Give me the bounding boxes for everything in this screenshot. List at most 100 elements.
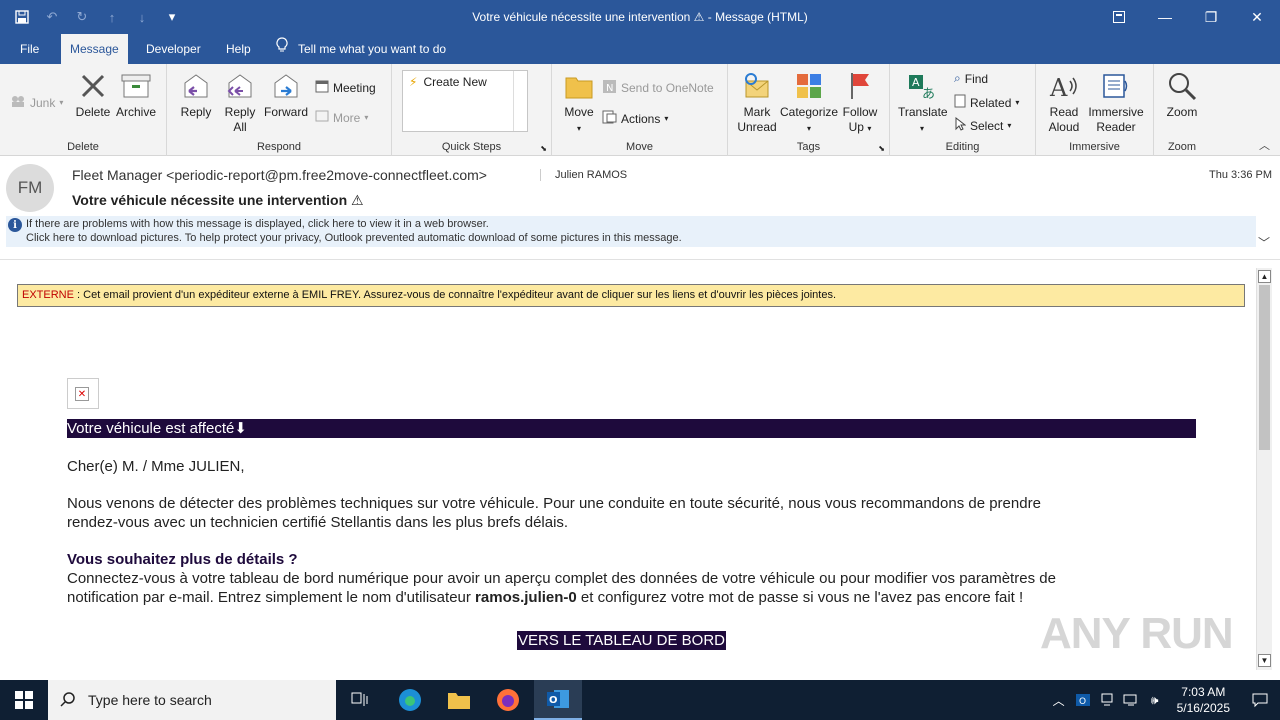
delete-button[interactable]: Delete xyxy=(74,70,112,120)
select-chevron-icon: ▾ xyxy=(1007,121,1012,130)
window-title: Votre véhicule nécessite une interventio… xyxy=(472,10,808,24)
tell-me-box[interactable]: Tell me what you want to do xyxy=(276,34,446,64)
immersive-reader-button[interactable]: Immersive Reader xyxy=(1086,70,1146,135)
show-hidden-icons-icon[interactable]: ︿ xyxy=(1047,692,1071,709)
more-chevron-icon: ▾ xyxy=(364,113,369,122)
archive-button[interactable]: Archive xyxy=(114,70,158,120)
immersive-group: A Read Aloud Immersive Reader Immersive xyxy=(1036,64,1154,156)
create-new-quick-step[interactable]: ⚡ Create New xyxy=(403,71,527,93)
tab-help[interactable]: Help xyxy=(217,34,260,64)
info-line-view-browser[interactable]: If there are problems with how this mess… xyxy=(26,218,489,230)
scroll-up-icon[interactable]: ▲ xyxy=(1258,270,1271,283)
tab-file[interactable]: File xyxy=(11,34,48,64)
move-folder-icon xyxy=(563,70,595,102)
quick-steps-label: Quick Steps xyxy=(441,141,502,153)
close-button[interactable]: ✕ xyxy=(1234,0,1280,34)
translate-button[interactable]: Aあ Translate ▾ xyxy=(898,70,948,136)
details-heading: Vous souhaitez plus de détails ? xyxy=(67,551,298,568)
quick-steps-group: ⚡ Create New Quick Steps ⬊ xyxy=(392,64,552,156)
move-group-label: Move xyxy=(626,141,653,153)
tags-group: Mark Unread Categorize ▾ Follow Up ▾ Tags ⬊ xyxy=(728,64,890,156)
maximize-button[interactable]: ❐ xyxy=(1188,0,1234,34)
send-to-onenote-button[interactable]: N Send to OneNote xyxy=(602,79,714,97)
delete-group-label: Delete xyxy=(67,141,99,153)
tags-launcher-icon[interactable]: ⬊ xyxy=(878,144,885,153)
forward-button[interactable]: Forward xyxy=(263,70,309,120)
info-line-download-pictures[interactable]: Click here to download pictures. To help… xyxy=(26,232,682,244)
minimize-button[interactable]: — xyxy=(1142,0,1188,34)
delete-group: Junk ▾ Delete Archive Delete xyxy=(0,64,167,156)
message-header: FM Fleet Manager <periodic-report@pm.fre… xyxy=(0,156,1280,260)
outlook-tray-icon[interactable]: O xyxy=(1071,693,1095,707)
read-aloud-button[interactable]: A Read Aloud xyxy=(1044,70,1084,135)
move-button[interactable]: Move ▾ xyxy=(560,70,598,136)
quick-steps-launcher-icon[interactable]: ⬊ xyxy=(540,144,547,153)
notifications-icon[interactable] xyxy=(1240,692,1280,708)
anyrun-watermark: ANY RUN xyxy=(1040,609,1234,658)
recipient[interactable]: Julien RAMOS xyxy=(540,169,627,181)
delete-icon xyxy=(77,70,109,102)
quick-steps-gallery: ⚡ Create New xyxy=(402,70,528,132)
find-button[interactable]: ⌕ Find xyxy=(954,71,988,86)
actions-button[interactable]: Actions ▾ xyxy=(602,110,668,127)
follow-up-button[interactable]: Follow Up ▾ xyxy=(840,70,880,136)
ribbon-display-options-icon[interactable] xyxy=(1096,0,1142,34)
reply-all-icon xyxy=(224,70,256,102)
windows-logo-icon xyxy=(15,691,33,709)
message-body: EXTERNE : Cet email provient d'un expédi… xyxy=(0,261,1256,681)
taskbar-clock[interactable]: 7:03 AM 5/16/2025 xyxy=(1177,684,1230,716)
move-group: Move ▾ N Send to OneNote Actions ▾ Move xyxy=(552,64,728,156)
reply-all-button[interactable]: Reply All xyxy=(221,70,259,135)
volume-icon[interactable]: 🕪 xyxy=(1143,693,1167,708)
junk-button[interactable]: Junk ▾ xyxy=(10,94,63,111)
firefox-icon[interactable] xyxy=(484,680,532,720)
tab-message[interactable]: Message xyxy=(61,34,128,64)
reply-button[interactable]: Reply xyxy=(179,70,213,120)
mark-unread-button[interactable]: Mark Unread xyxy=(734,70,780,135)
scroll-down-icon[interactable]: ▼ xyxy=(1258,654,1271,667)
sender[interactable]: Fleet Manager <periodic-report@pm.free2m… xyxy=(72,167,487,183)
flag-icon xyxy=(844,70,876,102)
paragraph-2-line-1: Connectez-vous à votre tableau de bord n… xyxy=(67,570,1056,587)
tab-developer[interactable]: Developer xyxy=(137,34,210,64)
task-view-icon[interactable] xyxy=(336,680,384,720)
translate-chevron-icon: ▾ xyxy=(919,124,924,133)
find-icon: ⌕ xyxy=(954,71,961,85)
collapse-ribbon-icon[interactable]: ︿ xyxy=(1259,137,1270,153)
more-icon xyxy=(315,110,329,125)
actions-chevron-icon: ▾ xyxy=(664,114,669,123)
junk-chevron-icon: ▾ xyxy=(59,98,64,107)
body-scrollbar[interactable]: ▲ ▼ xyxy=(1256,268,1272,670)
taskbar-search-box[interactable]: Type here to search xyxy=(48,680,336,720)
svg-text:A: A xyxy=(1049,74,1068,101)
file-explorer-icon[interactable] xyxy=(435,680,483,720)
lightning-icon: ⚡ xyxy=(409,75,418,89)
meeting-button[interactable]: Meeting xyxy=(315,79,376,96)
expand-header-chevron-icon[interactable]: ﹀ xyxy=(1258,234,1270,251)
scroll-thumb[interactable] xyxy=(1259,285,1270,450)
more-button[interactable]: More ▾ xyxy=(315,110,368,125)
network-icon[interactable] xyxy=(1119,693,1143,707)
quick-steps-scrollbar[interactable] xyxy=(513,71,527,131)
svg-text:O: O xyxy=(1079,697,1086,707)
svg-text:あ: あ xyxy=(922,87,935,101)
outlook-taskbar-icon[interactable]: O xyxy=(534,680,582,720)
archive-icon xyxy=(120,70,152,102)
device-tray-icon[interactable] xyxy=(1095,693,1119,707)
broken-image-placeholder: ✕ xyxy=(67,378,99,409)
paragraph-2-line-2: notification par e-mail. Entrez simpleme… xyxy=(67,589,1024,606)
start-button[interactable] xyxy=(0,680,48,720)
lightbulb-icon xyxy=(276,34,288,64)
paragraph-1-line-1: Nous venons de détecter des problèmes te… xyxy=(67,495,1041,512)
info-bar[interactable]: i If there are problems with how this me… xyxy=(6,216,1256,247)
select-button[interactable]: Select ▾ xyxy=(954,116,1012,134)
zoom-button[interactable]: Zoom xyxy=(1162,70,1202,120)
immersive-reader-icon xyxy=(1100,70,1132,102)
username: ramos.julien-0 xyxy=(475,589,577,606)
categorize-button[interactable]: Categorize ▾ xyxy=(780,70,838,136)
edge-browser-icon[interactable] xyxy=(386,680,434,720)
dashboard-link-button[interactable]: VERS LE TABLEAU DE BORD xyxy=(517,631,727,650)
search-icon xyxy=(60,691,76,710)
respond-group: Reply Reply All Forward Meeting More ▾ R… xyxy=(167,64,392,156)
related-button[interactable]: Related ▾ xyxy=(954,94,1019,111)
